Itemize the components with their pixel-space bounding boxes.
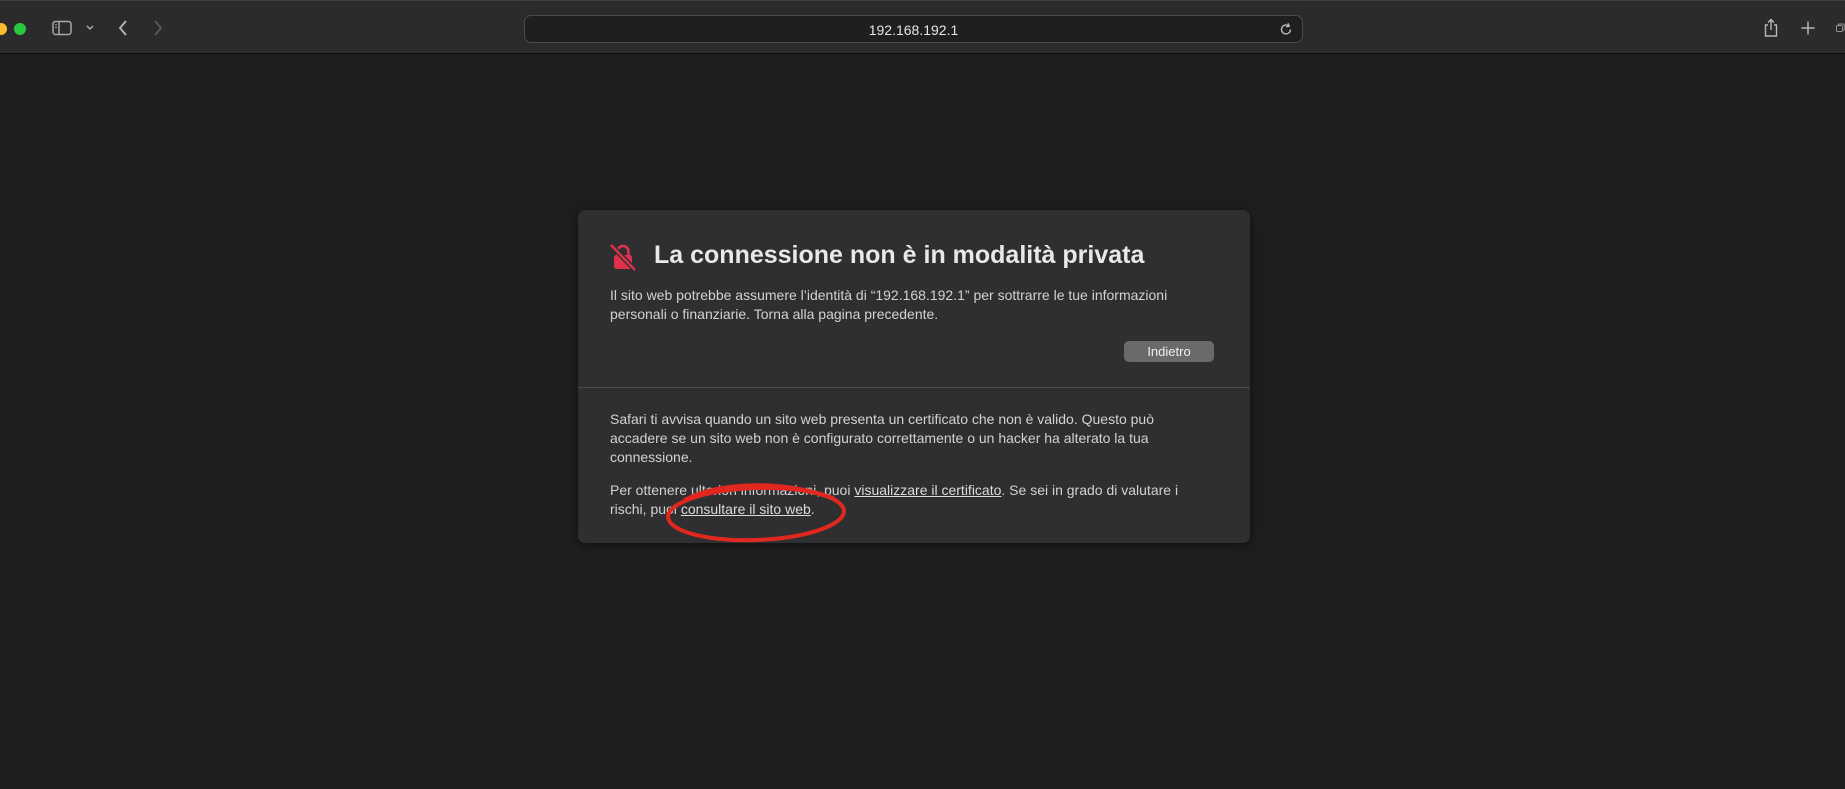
browser-toolbar: 192.168.192.1 [0, 0, 1845, 54]
certificate-info-line: connessione. [610, 449, 693, 465]
chevron-right-icon[interactable] [151, 15, 165, 41]
divider [578, 387, 1250, 388]
address-bar[interactable]: 192.168.192.1 [524, 15, 1303, 43]
reload-icon[interactable] [1279, 21, 1293, 42]
page-title: La connessione non è in modalità privata [654, 241, 1145, 269]
sidebar-icon[interactable] [50, 15, 74, 41]
more-info: Per ottenere ulteriori informazioni, puo… [610, 481, 1220, 519]
visit-website-link[interactable]: consultare il sito web [681, 501, 811, 517]
connection-warning-card: La connessione non è in modalità privata… [578, 210, 1250, 543]
plus-icon[interactable] [1799, 15, 1817, 41]
more-info-line: Per ottenere ulteriori informazioni, puo… [610, 481, 1220, 500]
more-info-text: . Se sei in grado di valutare i [1001, 482, 1179, 498]
warning-message-line: personali o finanziarie. Torna alla pagi… [610, 306, 939, 322]
more-info-line: rischi, puoi consultare il sito web. [610, 500, 1220, 519]
warning-message-line: Il sito web potrebbe assumere l’identità… [610, 287, 1168, 303]
lock-slash-icon [608, 242, 638, 277]
more-info-text: Per ottenere ulteriori informazioni, puo… [610, 482, 855, 498]
share-icon[interactable] [1761, 15, 1781, 41]
tab-overview-icon[interactable] [1836, 15, 1845, 41]
minimize-window-button[interactable] [0, 23, 7, 35]
chevron-left-icon[interactable] [116, 15, 130, 41]
address-text: 192.168.192.1 [868, 22, 959, 38]
certificate-info-line: Safari ti avvisa quando un sito web pres… [610, 411, 1155, 427]
more-info-text: rischi, puoi [610, 501, 681, 517]
certificate-info: Safari ti avvisa quando un sito web pres… [610, 410, 1220, 467]
certificate-info-line: accadere se un sito web non è configurat… [610, 430, 1149, 446]
more-info-text: . [810, 501, 815, 517]
chevron-down-icon[interactable] [84, 15, 96, 41]
zoom-window-button[interactable] [14, 23, 26, 35]
back-button[interactable]: Indietro [1124, 341, 1214, 362]
warning-message: Il sito web potrebbe assumere l’identità… [610, 286, 1220, 324]
view-certificate-link[interactable]: visualizzare il certificato [854, 482, 1001, 498]
